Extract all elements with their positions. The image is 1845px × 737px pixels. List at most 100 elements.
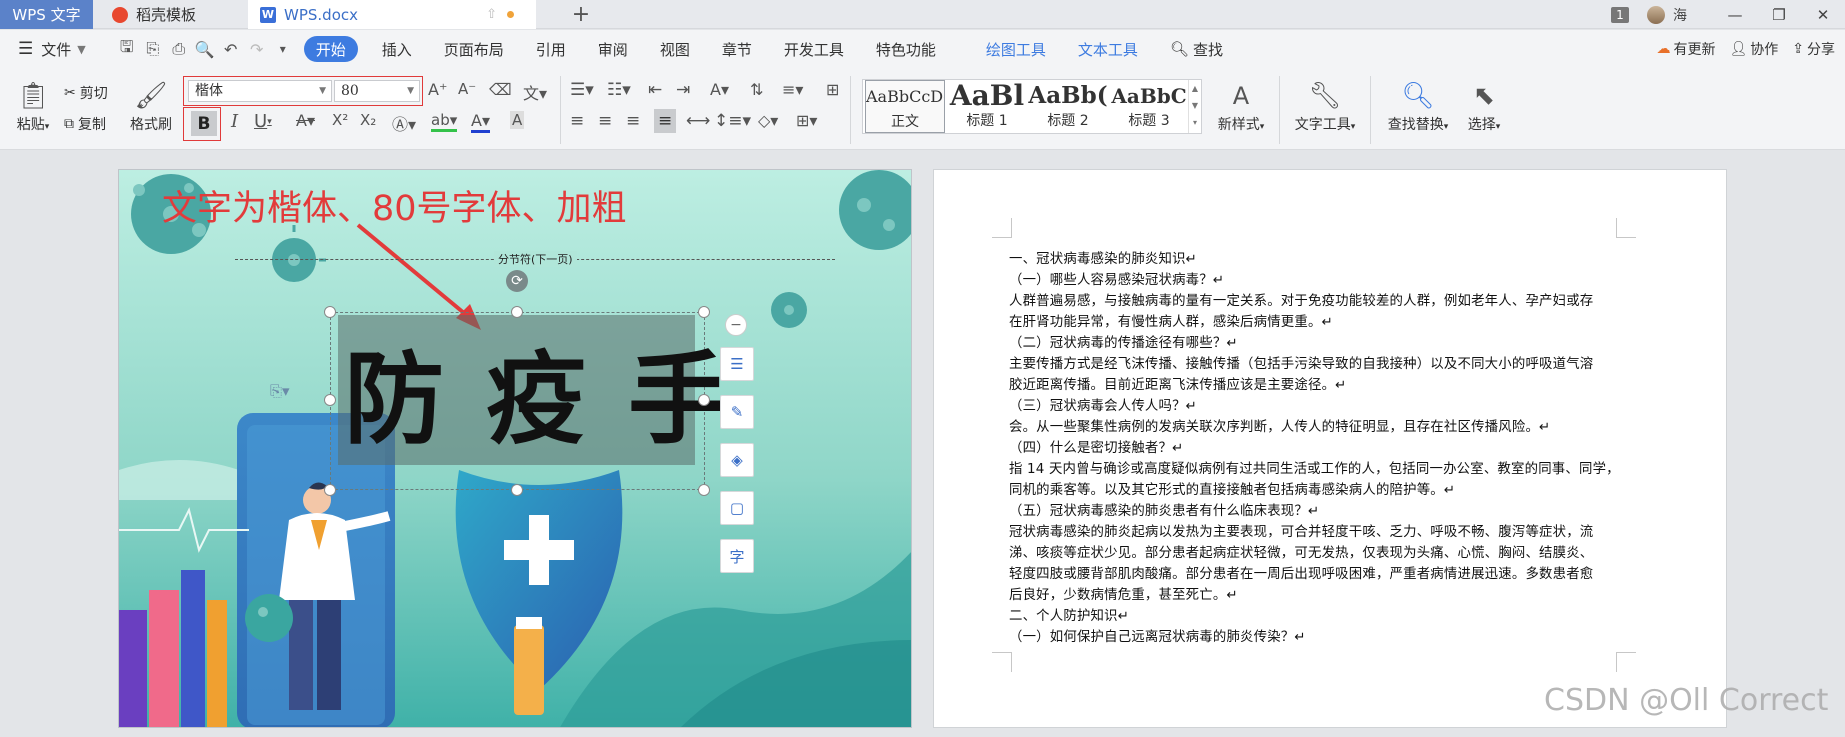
tab-review[interactable]: 审阅 bbox=[582, 36, 644, 62]
sort-icon[interactable]: ⇅ bbox=[750, 80, 763, 99]
italic-button[interactable]: I bbox=[231, 111, 238, 132]
restore-button[interactable]: ❐ bbox=[1757, 6, 1801, 24]
redo-icon[interactable]: ↷ bbox=[244, 40, 270, 59]
cut-button[interactable]: ✂ 剪切 bbox=[64, 83, 108, 103]
rotate-handle-icon[interactable]: ⟳ bbox=[506, 270, 528, 292]
justify-icon[interactable]: ≡ bbox=[654, 109, 677, 133]
subscript-icon[interactable]: X₂ bbox=[360, 111, 376, 129]
tab-insert[interactable]: 插入 bbox=[366, 36, 428, 62]
style-normal[interactable]: AaBbCcDd 正文 bbox=[865, 80, 945, 133]
save-icon[interactable]: 🖫 bbox=[114, 36, 140, 63]
print-icon[interactable]: ⎙ bbox=[166, 39, 192, 59]
align-left-icon[interactable]: ≡ bbox=[570, 111, 584, 131]
text-tools-button[interactable]: 🔧︎ 文字工具▾ bbox=[1289, 78, 1361, 134]
doc-line[interactable]: （一）如何保护自己远离冠状病毒的肺炎传染？↵ bbox=[1009, 625, 1306, 645]
doc-line[interactable]: 涕、咳痰等症状少见。部分患者起病症状轻微，可无发热，仅表现为头痛、心慌、胸闷、结… bbox=[1009, 541, 1593, 561]
text-effect-icon[interactable]: Ⓐ▾ bbox=[392, 111, 416, 135]
numbering-icon[interactable]: ☷▾ bbox=[607, 80, 631, 100]
shrink-font-icon[interactable]: A⁻ bbox=[458, 80, 476, 98]
print-preview-icon[interactable]: 🔍 bbox=[192, 40, 218, 59]
tab-document[interactable]: W WPS.docx ⇧ bbox=[248, 0, 536, 29]
pin-up-icon[interactable]: ⇧ bbox=[486, 7, 497, 22]
doc-line[interactable]: 一、冠状病毒感染的肺炎知识↵ bbox=[1009, 247, 1197, 267]
find-replace-button[interactable]: 🔍︎ 查找替换▾ bbox=[1382, 78, 1454, 134]
style-heading2[interactable]: AaBb( 标题 2 bbox=[1028, 80, 1108, 133]
doc-line[interactable]: 二、个人防护知识↵ bbox=[1009, 604, 1129, 624]
tab-drawing-tools[interactable]: 绘图工具 bbox=[970, 36, 1062, 62]
tab-home[interactable]: 开始 bbox=[303, 36, 358, 62]
strikethrough-icon[interactable]: A▾ bbox=[296, 111, 315, 130]
doc-line[interactable]: 后良好，少数病情危重，甚至死亡。↵ bbox=[1009, 583, 1238, 603]
grow-font-icon[interactable]: A⁺ bbox=[428, 80, 447, 99]
resize-handle[interactable] bbox=[511, 484, 523, 496]
new-style-button[interactable]: A 新样式▾ bbox=[1211, 78, 1271, 134]
borders-icon[interactable]: ⊞▾ bbox=[796, 111, 817, 130]
resize-handle[interactable] bbox=[324, 394, 336, 406]
update-button[interactable]: 有更新 bbox=[1673, 39, 1715, 59]
doc-line[interactable]: 同机的乘客等。以及其它形式的直接接触者包括病毒感染病人的陪护等。↵ bbox=[1009, 478, 1455, 498]
tab-text-tools[interactable]: 文本工具 bbox=[1062, 36, 1154, 62]
style-heading1[interactable]: AaBl 标题 1 bbox=[947, 80, 1027, 133]
tab-features[interactable]: 特色功能 bbox=[860, 36, 952, 62]
undo-icon[interactable]: ↶ bbox=[218, 40, 244, 59]
shading-icon[interactable]: ◇▾ bbox=[758, 111, 778, 130]
resize-handle[interactable] bbox=[698, 394, 710, 406]
align-center-icon[interactable]: ≡ bbox=[598, 111, 612, 131]
tab-references[interactable]: 引用 bbox=[520, 36, 582, 62]
show-hide-icon[interactable]: ⊞ bbox=[826, 80, 839, 99]
text-direction-button[interactable]: 字 bbox=[720, 539, 754, 573]
shape-fill-button[interactable]: ◈ bbox=[720, 443, 754, 477]
doc-line[interactable]: 会。从一些聚集性病例的发病关联次序判断，人传人的特征明显，且存在社区传播风险。↵ bbox=[1009, 415, 1550, 435]
doc-line[interactable]: （二）冠状病毒的传播途径有哪些？↵ bbox=[1009, 331, 1238, 351]
char-shading-icon[interactable]: A bbox=[510, 111, 525, 129]
clear-format-icon[interactable]: ⌫ bbox=[489, 80, 512, 99]
copy-button[interactable]: ⧉ 复制 bbox=[64, 114, 106, 134]
select-button[interactable]: ⬉ 选择▾ bbox=[1460, 78, 1508, 134]
doc-line[interactable]: 冠状病毒感染的肺炎起病以发热为主要表现，可合并轻度干咳、乏力、呼吸不畅、腹泻等症… bbox=[1009, 520, 1593, 540]
tab-section[interactable]: 章节 bbox=[706, 36, 768, 62]
more-icon[interactable]: ▾ bbox=[270, 42, 296, 56]
font-color-icon[interactable]: A▾ bbox=[471, 111, 490, 133]
paste-button[interactable]: 📋︎ 粘贴▾ bbox=[8, 78, 58, 134]
notification-badge[interactable]: 1 bbox=[1611, 6, 1629, 23]
distribute-icon[interactable]: ⟷ bbox=[686, 111, 710, 131]
collaborate-button[interactable]: 协作 bbox=[1750, 39, 1778, 59]
tab-developer[interactable]: 开发工具 bbox=[768, 36, 860, 62]
doc-line[interactable]: 主要传播方式是经飞沫传播、接触传播（包括手污染导致的自我接种）以及不同大小的呼吸… bbox=[1009, 352, 1593, 372]
tab-page-layout[interactable]: 页面布局 bbox=[428, 36, 520, 62]
share-button[interactable]: 分享 bbox=[1807, 39, 1835, 59]
format-painter-button[interactable]: 🖌︎ 格式刷 bbox=[126, 78, 176, 134]
collapse-toolbar-icon[interactable]: − bbox=[725, 314, 747, 336]
gallery-scroll[interactable]: ▲ ▼ ▾ bbox=[1188, 80, 1201, 133]
tab-view[interactable]: 视图 bbox=[644, 36, 706, 62]
resize-handle[interactable] bbox=[698, 306, 710, 318]
decrease-indent-icon[interactable]: ⇤ bbox=[648, 80, 662, 100]
chinese-layout-icon[interactable]: A▾ bbox=[710, 80, 729, 99]
file-menu[interactable]: ☰ 文件 ▼ bbox=[0, 36, 102, 62]
underline-button[interactable]: U ▾ bbox=[254, 111, 272, 132]
align-right-icon[interactable]: ≡ bbox=[626, 111, 640, 131]
superscript-icon[interactable]: X² bbox=[332, 111, 348, 129]
cover-title-text[interactable]: 防疫手 bbox=[344, 318, 770, 463]
doc-line[interactable]: 轻度四肢或腰背部肌肉酸痛。部分患者在一周后出现呼吸困难，严重者病情进展迅速。多数… bbox=[1009, 562, 1593, 582]
increase-indent-icon[interactable]: ⇥ bbox=[676, 80, 690, 100]
doc-line[interactable]: （一）哪些人容易感染冠状病毒？↵ bbox=[1009, 268, 1224, 288]
minimize-button[interactable]: — bbox=[1713, 6, 1757, 24]
resize-handle[interactable] bbox=[511, 306, 523, 318]
avatar[interactable] bbox=[1647, 5, 1665, 24]
doc-line[interactable]: （五）冠状病毒感染的肺炎患者有什么临床表现？↵ bbox=[1009, 499, 1319, 519]
search-button[interactable]: 🔍︎ 查找 bbox=[1154, 36, 1239, 62]
new-tab-button[interactable]: + bbox=[566, 0, 596, 29]
highlight-color-icon[interactable]: ab▾ bbox=[431, 111, 458, 132]
close-button[interactable]: ✕ bbox=[1801, 6, 1845, 24]
bullets-icon[interactable]: ☰▾ bbox=[570, 80, 594, 100]
line-spacing-icon[interactable]: ↕≡▾ bbox=[714, 111, 751, 131]
anchor-icon[interactable]: ⎘▾ bbox=[270, 382, 290, 400]
shape-outline-button[interactable]: ▢ bbox=[720, 491, 754, 525]
doc-line[interactable]: 指 14 天内曾与确诊或高度疑似病例有过共同生活或工作的人，包括同一办公室、教室… bbox=[1009, 457, 1620, 477]
layout-options-button[interactable]: ☰ bbox=[720, 347, 754, 381]
doc-line[interactable]: （四）什么是密切接触者？↵ bbox=[1009, 436, 1184, 456]
style-heading3[interactable]: AaBbC 标题 3 bbox=[1109, 80, 1189, 133]
resize-handle[interactable] bbox=[324, 484, 336, 496]
output-icon[interactable]: ⎘ bbox=[140, 39, 166, 59]
